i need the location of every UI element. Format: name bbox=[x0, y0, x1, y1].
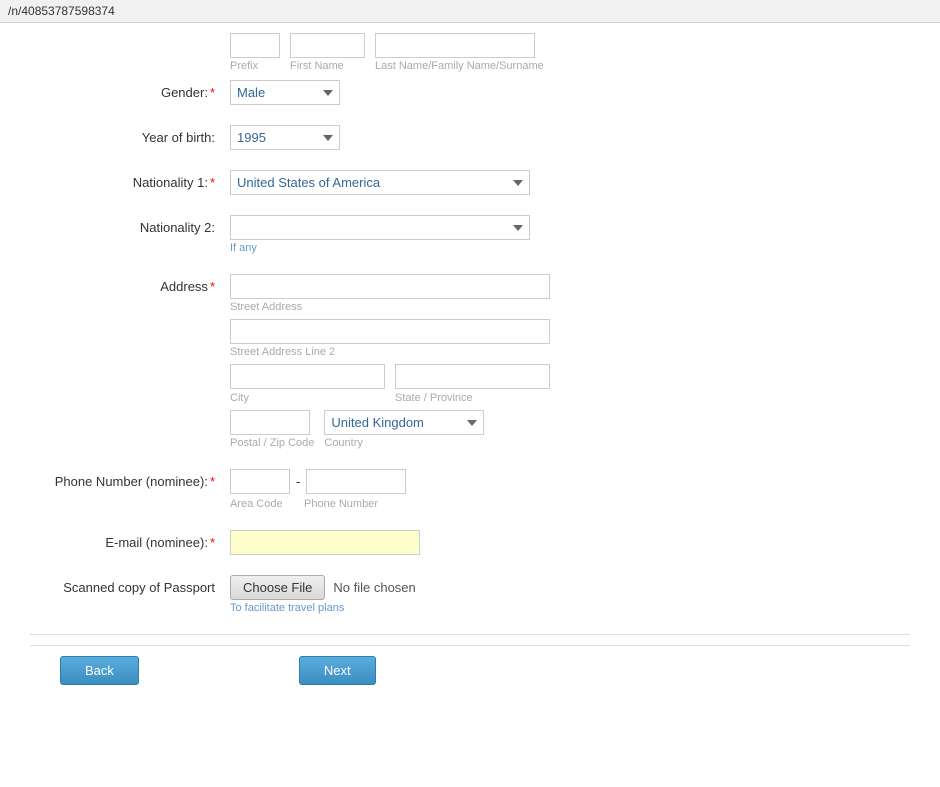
firstname-field: jn First Name bbox=[290, 33, 365, 72]
passport-row: Scanned copy of Passport Choose File No … bbox=[30, 575, 910, 614]
state-input[interactable]: kj bbox=[395, 364, 550, 389]
prefix-input[interactable]: jn bbox=[230, 33, 280, 58]
phone-area-input[interactable]: 654 bbox=[230, 469, 290, 494]
year-of-birth-select[interactable]: 199019911992 199319941995 199619971998 1… bbox=[230, 125, 340, 150]
postal-input[interactable]: 654 bbox=[230, 410, 310, 435]
postal-block: 654 Postal / Zip Code bbox=[230, 410, 314, 449]
city-input[interactable]: kj bbox=[230, 364, 385, 389]
street1-group: kj Street Address bbox=[230, 274, 550, 313]
street2-group: kj Street Address Line 2 bbox=[230, 319, 550, 358]
postal-label: Postal / Zip Code bbox=[230, 437, 314, 449]
phone-group: 654 - 654654 bbox=[230, 469, 406, 494]
nationality2-select[interactable]: United States of America United Kingdom … bbox=[230, 215, 530, 240]
email-row: E-mail (nominee):* ash@ashwin.com bbox=[30, 530, 910, 555]
file-row: Choose File No file chosen bbox=[230, 575, 416, 600]
email-input[interactable]: ash@ashwin.com bbox=[230, 530, 420, 555]
phone-number-label: Phone Number bbox=[304, 498, 378, 510]
nationality1-field-group: United States of America United Kingdom … bbox=[230, 170, 530, 195]
nationality2-label: Nationality 2: bbox=[30, 215, 230, 235]
firstname-input[interactable]: jn bbox=[290, 33, 365, 58]
name-row: jn Prefix jn First Name jn Last Name/Fam… bbox=[30, 33, 910, 72]
city-label: City bbox=[230, 392, 385, 404]
gender-select[interactable]: Male Female Other bbox=[230, 80, 340, 105]
phone-sub-row: Area Code Phone Number bbox=[230, 496, 406, 510]
area-code-label: Area Code bbox=[230, 498, 298, 510]
prefix-field: jn Prefix bbox=[230, 33, 280, 72]
phone-dash: - bbox=[296, 474, 300, 489]
street1-input[interactable]: kj bbox=[230, 274, 550, 299]
firstname-label: First Name bbox=[290, 60, 365, 72]
address-block: kj Street Address kj Street Address Line… bbox=[230, 274, 550, 449]
gender-row: Gender:* Male Female Other bbox=[30, 80, 910, 105]
year-of-birth-label: Year of birth: bbox=[30, 125, 230, 145]
postal-country-group: 654 Postal / Zip Code United States Unit… bbox=[230, 410, 550, 449]
nationality2-field-group: United States of America United Kingdom … bbox=[230, 215, 530, 254]
url-text: /n/40853787598374 bbox=[8, 4, 115, 18]
phone-field-group: 654 - 654654 Area Code Phone Number bbox=[230, 469, 406, 510]
year-of-birth-field-group: 199019911992 199319941995 199619971998 1… bbox=[230, 125, 340, 150]
country-label: Country bbox=[324, 437, 484, 449]
year-of-birth-row: Year of birth: 199019911992 199319941995… bbox=[30, 125, 910, 150]
state-label: State / Province bbox=[395, 392, 550, 404]
url-bar: /n/40853787598374 bbox=[0, 0, 940, 23]
passport-label: Scanned copy of Passport bbox=[30, 575, 230, 595]
street2-input[interactable]: kj bbox=[230, 319, 550, 344]
nationality2-row: Nationality 2: United States of America … bbox=[30, 215, 910, 254]
lastname-label: Last Name/Family Name/Surname bbox=[375, 60, 544, 72]
nationality1-row: Nationality 1:* United States of America… bbox=[30, 170, 910, 195]
nationality2-sublabel: If any bbox=[230, 242, 530, 254]
next-button[interactable]: Next bbox=[299, 656, 376, 685]
gender-label: Gender:* bbox=[30, 80, 230, 100]
lastname-field: jn Last Name/Family Name/Surname bbox=[375, 33, 544, 72]
email-field-group: ash@ashwin.com bbox=[230, 530, 420, 555]
passport-field-group: Choose File No file chosen To facilitate… bbox=[230, 575, 416, 614]
address-label: Address* bbox=[30, 274, 230, 294]
gender-field-group: Male Female Other bbox=[230, 80, 340, 105]
back-button[interactable]: Back bbox=[60, 656, 139, 685]
city-state-group: kj kj City State / Province bbox=[230, 364, 550, 404]
form-area: jn Prefix jn First Name jn Last Name/Fam… bbox=[0, 23, 940, 705]
email-label: E-mail (nominee):* bbox=[30, 530, 230, 550]
phone-row: Phone Number (nominee):* 654 - 654654 Ar… bbox=[30, 469, 910, 510]
street2-label: Street Address Line 2 bbox=[230, 346, 550, 358]
country-block: United States United Kingdom Canada Aust… bbox=[324, 410, 484, 449]
nationality1-label: Nationality 1:* bbox=[30, 170, 230, 190]
phone-number-input[interactable]: 654654 bbox=[306, 469, 406, 494]
no-file-text: No file chosen bbox=[333, 580, 415, 595]
address-row: Address* kj Street Address kj Street Add… bbox=[30, 274, 910, 449]
button-row: Back Next bbox=[30, 645, 910, 685]
phone-label: Phone Number (nominee):* bbox=[30, 469, 230, 489]
choose-file-button[interactable]: Choose File bbox=[230, 575, 325, 600]
prefix-label: Prefix bbox=[230, 60, 280, 72]
lastname-input[interactable]: jn bbox=[375, 33, 535, 58]
page-container: /n/40853787598374 jn Prefix jn First Nam… bbox=[0, 0, 940, 787]
street1-label: Street Address bbox=[230, 301, 550, 313]
nationality1-select[interactable]: United States of America United Kingdom … bbox=[230, 170, 530, 195]
country-select[interactable]: United States United Kingdom Canada Aust… bbox=[324, 410, 484, 435]
passport-sublabel: To facilitate travel plans bbox=[230, 602, 416, 614]
